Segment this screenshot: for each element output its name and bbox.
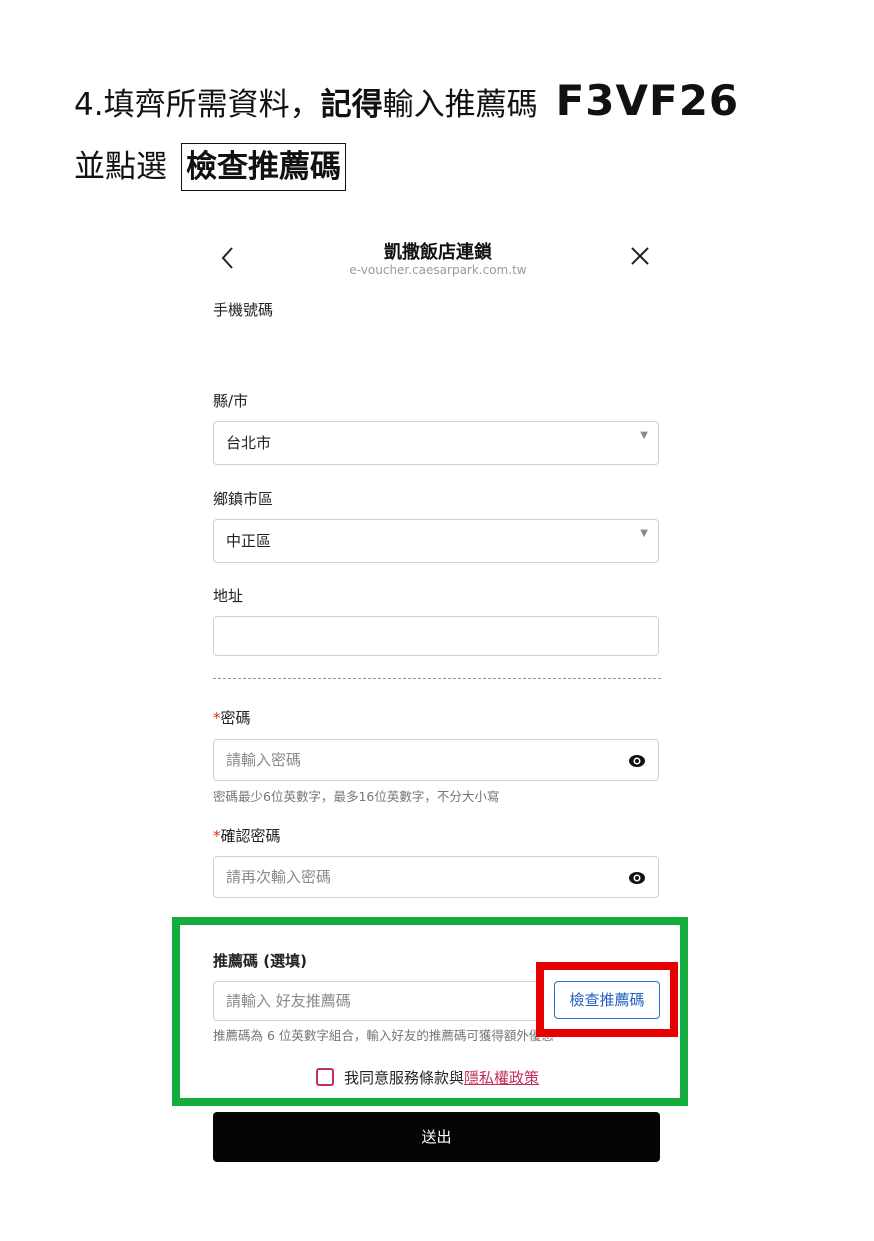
privacy-policy-link[interactable]: 隱私權政策 xyxy=(464,1069,539,1087)
district-label: 鄉鎮市區 xyxy=(213,490,274,508)
county-label: 縣/市 xyxy=(213,392,249,410)
district-select[interactable]: 中正區 ▼ xyxy=(213,519,659,563)
eye-icon[interactable] xyxy=(628,752,646,770)
referral-label: 推薦碼 (選填) xyxy=(213,952,307,970)
referral-code: F3VF26 xyxy=(555,76,740,125)
dropdown-arrow-icon: ▼ xyxy=(640,430,648,441)
county-select[interactable]: 台北市 ▼ xyxy=(213,421,659,465)
section-divider xyxy=(213,678,661,679)
password-input[interactable]: 請輸入密碼 xyxy=(213,739,659,781)
password-placeholder: 請輸入密碼 xyxy=(226,751,302,769)
referral-code-input[interactable]: 請輸入 好友推薦碼 xyxy=(213,981,543,1021)
instruction-text-suffix: 輸入推薦碼 xyxy=(382,87,538,123)
referral-placeholder: 請輸入 好友推薦碼 xyxy=(226,992,351,1010)
check-button-highlight-box xyxy=(536,962,678,1037)
close-icon[interactable] xyxy=(628,244,656,272)
instruction-text-2: 並點選 xyxy=(74,149,167,185)
instruction-boxed-text: 檢查推薦碼 xyxy=(181,143,346,191)
required-mark: * xyxy=(213,709,221,727)
instruction-line-1: 4.填齊所需資料，記得輸入推薦碼 F3VF26 xyxy=(74,76,739,126)
address-label: 地址 xyxy=(213,587,244,605)
instruction-bold-text: 記得 xyxy=(320,87,383,123)
password-label: *密碼 xyxy=(213,707,251,728)
agree-label: 我同意服務條款與 xyxy=(344,1069,465,1087)
submit-button[interactable]: 送出 xyxy=(213,1112,660,1162)
eye-icon[interactable] xyxy=(628,869,646,887)
confirm-password-input[interactable]: 請再次輸入密碼 xyxy=(213,856,659,898)
phone-label: 手機號碼 xyxy=(213,301,274,319)
county-value: 台北市 xyxy=(226,434,272,452)
password-hint: 密碼最少6位英數字，最多16位英數字，不分大小寫 xyxy=(213,789,500,804)
page-url: e-voucher.caesarpark.com.tw xyxy=(349,263,527,277)
required-mark: * xyxy=(213,827,221,845)
confirm-password-label: *確認密碼 xyxy=(213,825,281,846)
confirm-password-label-text: 確認密碼 xyxy=(220,827,281,845)
district-value: 中正區 xyxy=(226,532,272,550)
address-input[interactable] xyxy=(213,616,659,656)
page-title: 凱撒飯店連鎖 xyxy=(384,242,492,263)
agree-text: 我同意服務條款與隱私權政策 xyxy=(344,1068,539,1088)
dropdown-arrow-icon: ▼ xyxy=(640,528,648,539)
password-label-text: 密碼 xyxy=(220,709,251,727)
agree-checkbox[interactable] xyxy=(316,1068,334,1086)
instruction-text: 4.填齊所需資料， xyxy=(74,87,321,123)
confirm-password-placeholder: 請再次輸入密碼 xyxy=(226,868,332,886)
instruction-line-2: 並點選 檢查推薦碼 xyxy=(74,142,346,192)
back-icon[interactable] xyxy=(218,243,244,273)
